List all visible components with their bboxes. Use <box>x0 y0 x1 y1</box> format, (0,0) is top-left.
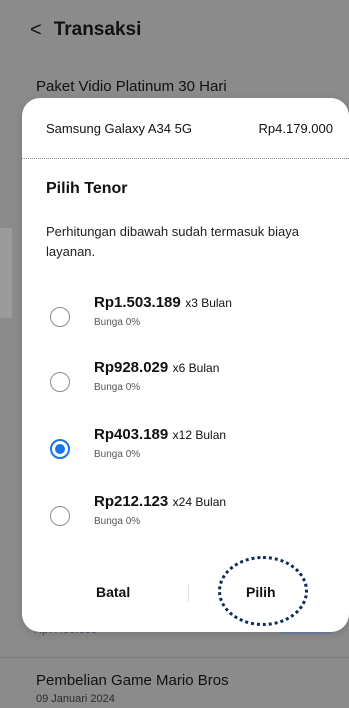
tenor-interest: Bunga 0% <box>94 516 141 527</box>
app-header: < Transaksi <box>0 0 349 60</box>
tenor-interest: Bunga 0% <box>94 382 141 393</box>
tenor-interest: Bunga 0% <box>94 449 141 460</box>
tenor-option[interactable]: Rp928.029 x6 Bulan Bunga 0% <box>22 357 349 407</box>
tenor-interest: Bunga 0% <box>94 317 141 328</box>
radio-button[interactable] <box>50 506 70 526</box>
sheet-description: Perhitungan dibawah sudah termasuk biaya… <box>46 224 299 259</box>
transaction-title[interactable]: Pembelian Game Mario Bros <box>36 672 229 689</box>
tenor-option[interactable]: Rp403.189 x12 Bulan Bunga 0% <box>22 424 349 474</box>
product-summary: Samsung Galaxy A34 5G Rp4.179.000 <box>22 98 349 158</box>
tenor-option-main: Rp212.123 x24 Bulan <box>94 493 226 511</box>
tenor-option[interactable]: Rp1.503.189 x3 Bulan Bunga 0% <box>22 292 349 342</box>
tenor-bottom-sheet: Samsung Galaxy A34 5G Rp4.179.000 Pilih … <box>22 98 349 632</box>
product-price: Rp4.179.000 <box>258 120 333 136</box>
divider <box>0 657 349 658</box>
choose-button[interactable]: Pilih <box>246 584 276 600</box>
tenor-amount: Rp403.189 <box>94 426 169 443</box>
tenor-period: x3 Bulan <box>185 296 232 310</box>
radio-button[interactable] <box>50 372 70 392</box>
cancel-button[interactable]: Batal <box>96 584 130 600</box>
transaction-date: 09 Januari 2024 <box>36 693 115 705</box>
tenor-option-main: Rp1.503.189 x3 Bulan <box>94 294 232 312</box>
action-divider <box>188 584 189 602</box>
tenor-amount: Rp1.503.189 <box>94 294 181 311</box>
tenor-period: x6 Bulan <box>172 361 220 375</box>
chevron-left-icon[interactable]: < <box>30 20 42 40</box>
dotted-divider <box>22 158 349 159</box>
tenor-amount: Rp212.123 <box>94 493 169 510</box>
tenor-option-main: Rp928.029 x6 Bulan <box>94 359 219 377</box>
tenor-amount: Rp928.029 <box>94 359 169 376</box>
radio-button[interactable] <box>50 307 70 327</box>
tenor-option-main: Rp403.189 x12 Bulan <box>94 426 226 444</box>
package-title: Paket Vidio Platinum 30 Hari <box>36 78 227 95</box>
page-title: Transaksi <box>53 19 142 40</box>
background-side-panel <box>0 228 12 318</box>
radio-button-selected[interactable] <box>50 439 70 459</box>
tenor-option[interactable]: Rp212.123 x24 Bulan Bunga 0% <box>22 491 349 541</box>
product-name: Samsung Galaxy A34 5G <box>46 120 192 136</box>
sheet-title: Pilih Tenor <box>46 180 128 197</box>
tenor-period: x24 Bulan <box>172 495 227 509</box>
sheet-actions: Batal Pilih <box>22 556 349 626</box>
tenor-period: x12 Bulan <box>172 428 227 442</box>
